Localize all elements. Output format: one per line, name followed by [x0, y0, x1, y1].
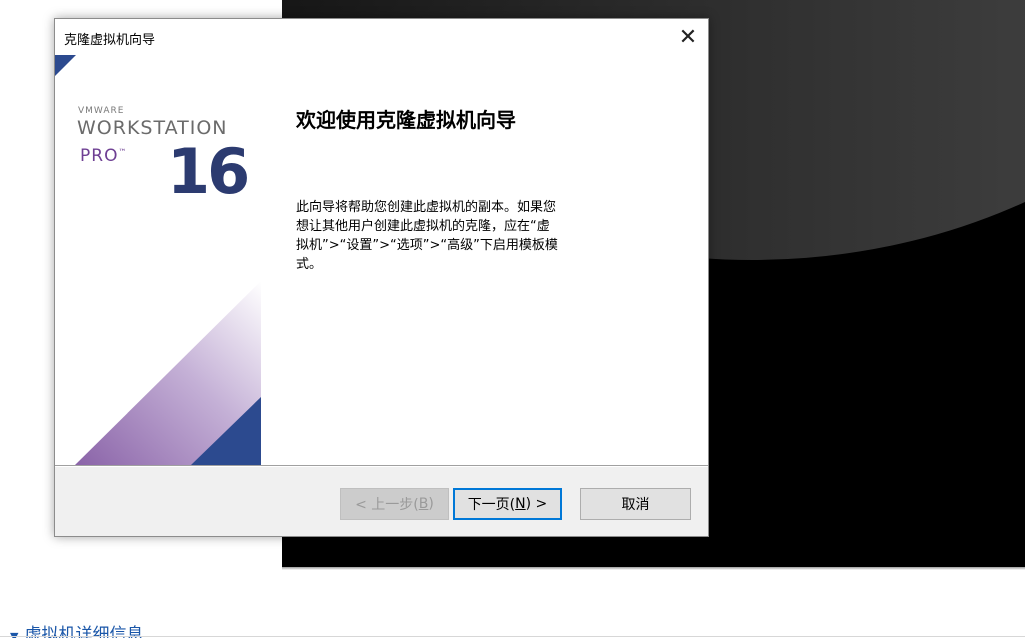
next-button[interactable]: 下一页(N) > [453, 488, 562, 520]
cancel-button[interactable]: 取消 [580, 488, 691, 520]
pro-label: PRO [80, 146, 119, 166]
back-button[interactable]: < 上一步(B) [340, 488, 449, 520]
button-area-divider-highlight [55, 466, 708, 467]
close-icon[interactable]: ✕ [668, 19, 708, 55]
dialog-title: 克隆虚拟机向导 [64, 33, 156, 48]
banner-corner-triangle [55, 55, 76, 76]
trademark-symbol: ™ [118, 147, 128, 157]
bottom-divider [0, 636, 1025, 637]
welcome-heading: 欢迎使用克隆虚拟机向导 [296, 108, 516, 132]
vmware-logo-text: VMWARE [78, 106, 125, 116]
version-number: 16 [167, 135, 250, 208]
dialog-content: VMWARE WORKSTATION PRO™ 16 欢迎使用克隆虚拟机向导 此… [55, 55, 708, 465]
dialog-titlebar[interactable]: 克隆虚拟机向导 ✕ [55, 19, 708, 55]
pro-logo-text: PRO™ [80, 146, 127, 166]
back-button-prefix: < 上一步( [355, 497, 419, 513]
back-button-hotkey: B [418, 496, 429, 512]
workstation-banner: VMWARE WORKSTATION PRO™ 16 [55, 55, 261, 465]
clone-vm-wizard-dialog: 克隆虚拟机向导 ✕ VMWARE WORKSTATION PRO™ 16 欢迎使… [54, 18, 709, 537]
preview-shadow [282, 567, 1025, 570]
next-button-prefix: 下一页( [467, 497, 516, 513]
next-button-hotkey: N [515, 496, 526, 512]
next-button-suffix: ) > [525, 496, 548, 512]
wizard-description: 此向导将帮助您创建此虚拟机的副本。如果您想让其他用户创建此虚拟机的克隆，应在“虚… [296, 200, 558, 272]
back-button-suffix: ) [428, 496, 434, 512]
